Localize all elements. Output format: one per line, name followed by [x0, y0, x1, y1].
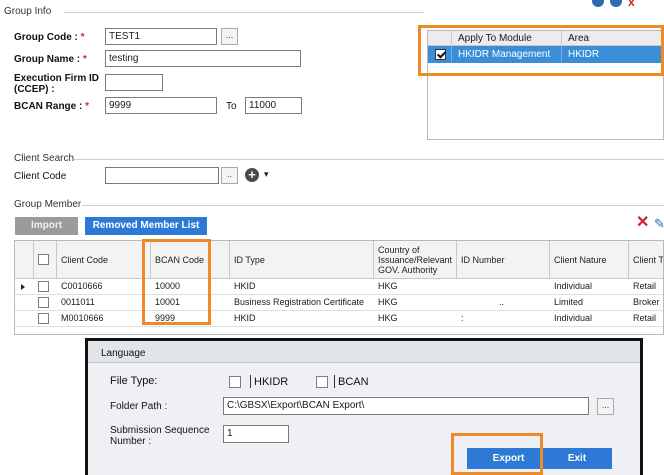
bcan-checkbox[interactable]	[316, 376, 328, 388]
cell-id-type: Business Registration Certificate	[234, 297, 365, 307]
highlight-module-row	[418, 25, 664, 76]
add-client-icon[interactable]: +	[245, 168, 259, 182]
edit-icon[interactable]: ✎	[654, 217, 664, 231]
cell-client-type: Retail	[633, 281, 657, 291]
dialog-titlebar: Language	[88, 341, 640, 363]
hkidr-option-label: HKIDR	[254, 376, 289, 388]
folder-browse-button[interactable]: ...	[597, 398, 614, 415]
cell-id-type: HKID	[234, 313, 256, 323]
submission-seq-input[interactable]: 1	[223, 425, 289, 443]
cell-client-nature: Limited	[554, 297, 584, 307]
cell-client-code: M0010666	[61, 313, 104, 323]
exit-button[interactable]: Exit	[542, 448, 612, 469]
cell-client-code: 0011011	[61, 297, 95, 307]
toolbar-icons: x	[592, 0, 638, 10]
import-button[interactable]: Import	[15, 217, 78, 235]
close-icon[interactable]: x	[628, 0, 638, 8]
group-member-table: Client Code BCAN Code ID Type Country of…	[14, 240, 664, 335]
client-search-title: Client Search	[14, 153, 75, 164]
group-code-lookup-button[interactable]: ...	[221, 28, 238, 45]
client-code-lookup-button[interactable]: ..	[221, 167, 238, 184]
cell-id-number: ..	[499, 297, 505, 307]
header-client-nature: Client Nature	[554, 255, 607, 265]
cell-id-type: HKID	[234, 281, 256, 291]
chevron-down-icon[interactable]: ▾	[264, 169, 269, 180]
delete-icon[interactable]: ✕	[636, 215, 649, 231]
execution-firm-label-line2: (CCEP) :	[14, 84, 55, 95]
cell-id-number: :	[461, 313, 464, 323]
bcan-option-label: BCAN	[338, 376, 369, 388]
row-checkbox[interactable]	[38, 297, 49, 308]
divider	[334, 375, 335, 388]
divider	[74, 159, 664, 160]
group-info-title: Group Info	[4, 6, 52, 17]
cell-country: HKG	[378, 297, 398, 307]
file-type-label: File Type:	[110, 375, 158, 387]
bcan-range-label: BCAN Range : *	[14, 101, 90, 112]
row-checkbox[interactable]	[38, 313, 49, 324]
header-country: Country of Issuance/Relevant GOV. Author…	[378, 245, 453, 275]
language-dialog: Language File Type: HKIDR BCAN Folder Pa…	[85, 338, 643, 475]
table-header: Client Code BCAN Code ID Type Country of…	[15, 241, 663, 279]
divider	[33, 241, 34, 278]
bcan-to-input[interactable]: 11000	[245, 97, 302, 114]
cell-client-nature: Individual	[554, 281, 593, 291]
execution-firm-input[interactable]	[105, 74, 163, 91]
folder-path-label: Folder Path :	[110, 401, 168, 412]
client-code-label: Client Code	[14, 171, 67, 182]
select-all-checkbox[interactable]	[38, 254, 49, 265]
divider	[250, 375, 251, 388]
cell-id-number	[457, 279, 461, 295]
group-code-input[interactable]: TEST1	[105, 28, 217, 45]
header-id-number: ID Number	[461, 255, 505, 265]
cell-client-code: C0010666	[61, 281, 103, 291]
table-row[interactable]: C0010666 10000 HKID HKG Individual Retai…	[15, 279, 663, 295]
table-row[interactable]: 0011011 10001 Business Registration Cert…	[15, 295, 663, 311]
group-code-label: Group Code : *	[14, 32, 85, 43]
group-name-input[interactable]: testing	[105, 50, 301, 67]
dialog-title: Language	[101, 348, 146, 359]
header-client-code: Client Code	[61, 255, 109, 265]
divider	[64, 12, 424, 13]
highlight-bcan-column	[142, 239, 211, 325]
hkidr-checkbox[interactable]	[229, 376, 241, 388]
current-row-icon	[21, 284, 25, 290]
folder-path-input[interactable]: C:\GBSX\Export\BCAN Export\	[223, 397, 589, 415]
row-checkbox[interactable]	[38, 281, 49, 292]
divider	[82, 205, 664, 206]
to-label: To	[226, 101, 237, 112]
header-client-type: Client Ty	[633, 255, 664, 265]
cell-client-nature: Individual	[554, 313, 593, 323]
highlight-export-button	[451, 433, 543, 475]
refresh-icon[interactable]	[592, 0, 604, 7]
cell-client-type: Retail	[633, 313, 657, 323]
submission-seq-label-line2: Number :	[110, 436, 152, 447]
group-member-title: Group Member	[14, 199, 82, 210]
table-row[interactable]: M0010666 9999 HKID HKG : Individual Reta…	[15, 311, 663, 327]
bcan-from-input[interactable]: 9999	[105, 97, 217, 114]
save-icon[interactable]	[610, 0, 622, 7]
client-code-input[interactable]	[105, 167, 219, 184]
cell-country: HKG	[378, 313, 398, 323]
submission-seq-label-line1: Submission Sequence	[110, 425, 210, 436]
cell-client-type: Broker	[633, 297, 660, 307]
group-name-label: Group Name : *	[14, 54, 87, 65]
removed-member-list-button[interactable]: Removed Member List	[85, 217, 207, 235]
execution-firm-label-line1: Execution Firm ID	[14, 73, 100, 84]
header-id-type: ID Type	[234, 255, 265, 265]
cell-country: HKG	[378, 281, 398, 291]
